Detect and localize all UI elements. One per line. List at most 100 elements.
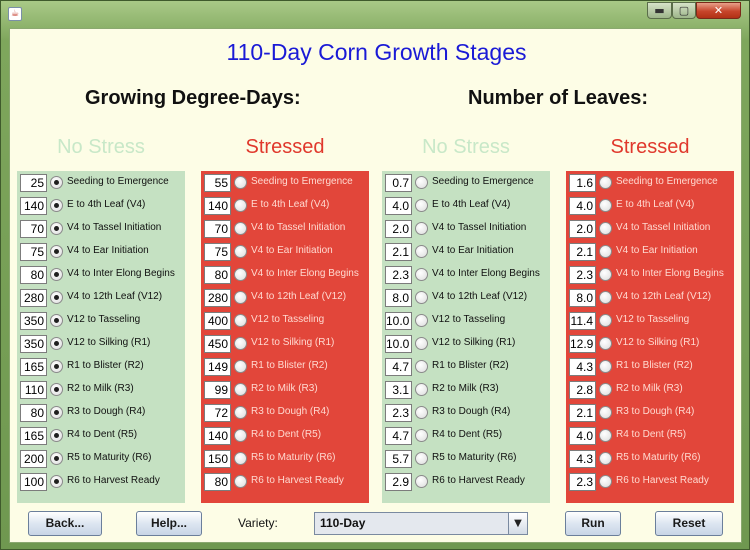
stage-radio[interactable] — [50, 291, 63, 304]
stage-value-field[interactable]: 80 — [20, 404, 47, 422]
stage-value-field[interactable]: 80 — [204, 266, 231, 284]
stage-value-field[interactable]: 75 — [20, 243, 47, 261]
stage-radio[interactable] — [234, 245, 247, 258]
stage-radio[interactable] — [234, 222, 247, 235]
close-button[interactable]: ✕ — [696, 2, 741, 19]
stage-value-field[interactable]: 2.3 — [385, 404, 412, 422]
stage-value-field[interactable]: 140 — [204, 197, 231, 215]
stage-radio[interactable] — [50, 268, 63, 281]
minimize-button[interactable]: ▬ — [647, 2, 672, 19]
stage-value-field[interactable]: 8.0 — [569, 289, 596, 307]
stage-value-field[interactable]: 2.1 — [569, 404, 596, 422]
stage-radio[interactable] — [50, 360, 63, 373]
stage-value-field[interactable]: 4.0 — [569, 197, 596, 215]
stage-value-field[interactable]: 80 — [204, 473, 231, 491]
stage-radio[interactable] — [415, 199, 428, 212]
stage-radio[interactable] — [234, 429, 247, 442]
stage-radio[interactable] — [599, 475, 612, 488]
stage-value-field[interactable]: 72 — [204, 404, 231, 422]
stage-value-field[interactable]: 149 — [204, 358, 231, 376]
stage-value-field[interactable]: 70 — [204, 220, 231, 238]
stage-value-field[interactable]: 4.7 — [385, 358, 412, 376]
stage-radio[interactable] — [415, 176, 428, 189]
stage-radio[interactable] — [50, 452, 63, 465]
stage-radio[interactable] — [415, 429, 428, 442]
stage-radio[interactable] — [415, 314, 428, 327]
stage-radio[interactable] — [599, 199, 612, 212]
stage-radio[interactable] — [50, 383, 63, 396]
stage-radio[interactable] — [234, 452, 247, 465]
stage-value-field[interactable]: 4.0 — [569, 427, 596, 445]
stage-value-field[interactable]: 350 — [20, 312, 47, 330]
stage-value-field[interactable]: 280 — [204, 289, 231, 307]
maximize-button[interactable]: ▢ — [672, 2, 696, 19]
stage-radio[interactable] — [415, 406, 428, 419]
stage-radio[interactable] — [50, 475, 63, 488]
stage-value-field[interactable]: 75 — [204, 243, 231, 261]
stage-value-field[interactable]: 8.0 — [385, 289, 412, 307]
stage-value-field[interactable]: 200 — [20, 450, 47, 468]
stage-radio[interactable] — [234, 268, 247, 281]
stage-value-field[interactable]: 280 — [20, 289, 47, 307]
stage-value-field[interactable]: 2.0 — [569, 220, 596, 238]
back-button[interactable]: Back... — [28, 511, 102, 536]
stage-radio[interactable] — [234, 383, 247, 396]
stage-value-field[interactable]: 2.3 — [385, 266, 412, 284]
stage-value-field[interactable]: 1.6 — [569, 174, 596, 192]
stage-radio[interactable] — [234, 176, 247, 189]
help-button[interactable]: Help... — [136, 511, 202, 536]
stage-radio[interactable] — [599, 268, 612, 281]
stage-radio[interactable] — [50, 222, 63, 235]
stage-value-field[interactable]: 110 — [20, 381, 47, 399]
stage-value-field[interactable]: 4.7 — [385, 427, 412, 445]
stage-value-field[interactable]: 4.0 — [385, 197, 412, 215]
stage-radio[interactable] — [415, 268, 428, 281]
stage-radio[interactable] — [599, 245, 612, 258]
stage-value-field[interactable]: 2.3 — [569, 473, 596, 491]
stage-radio[interactable] — [415, 383, 428, 396]
stage-radio[interactable] — [50, 199, 63, 212]
stage-value-field[interactable]: 2.3 — [569, 266, 596, 284]
reset-button[interactable]: Reset — [655, 511, 723, 536]
stage-value-field[interactable]: 400 — [204, 312, 231, 330]
stage-value-field[interactable]: 2.9 — [385, 473, 412, 491]
stage-radio[interactable] — [599, 176, 612, 189]
stage-radio[interactable] — [234, 291, 247, 304]
stage-radio[interactable] — [599, 406, 612, 419]
stage-value-field[interactable]: 2.8 — [569, 381, 596, 399]
stage-value-field[interactable]: 2.0 — [385, 220, 412, 238]
stage-value-field[interactable]: 12.9 — [569, 335, 596, 353]
stage-value-field[interactable]: 0.7 — [385, 174, 412, 192]
stage-value-field[interactable]: 99 — [204, 381, 231, 399]
stage-radio[interactable] — [599, 314, 612, 327]
stage-radio[interactable] — [415, 452, 428, 465]
stage-value-field[interactable]: 80 — [20, 266, 47, 284]
stage-radio[interactable] — [599, 452, 612, 465]
stage-radio[interactable] — [234, 406, 247, 419]
stage-radio[interactable] — [599, 360, 612, 373]
stage-radio[interactable] — [599, 429, 612, 442]
stage-radio[interactable] — [415, 360, 428, 373]
stage-value-field[interactable]: 140 — [204, 427, 231, 445]
stage-radio[interactable] — [234, 199, 247, 212]
stage-value-field[interactable]: 25 — [20, 174, 47, 192]
stage-radio[interactable] — [234, 360, 247, 373]
stage-radio[interactable] — [599, 291, 612, 304]
stage-value-field[interactable]: 100 — [20, 473, 47, 491]
stage-value-field[interactable]: 3.1 — [385, 381, 412, 399]
stage-value-field[interactable]: 55 — [204, 174, 231, 192]
stage-radio[interactable] — [599, 383, 612, 396]
stage-radio[interactable] — [50, 429, 63, 442]
stage-radio[interactable] — [234, 337, 247, 350]
stage-value-field[interactable]: 4.3 — [569, 450, 596, 468]
stage-value-field[interactable]: 11.4 — [569, 312, 596, 330]
stage-radio[interactable] — [415, 245, 428, 258]
stage-radio[interactable] — [599, 337, 612, 350]
stage-radio[interactable] — [50, 314, 63, 327]
chevron-down-icon[interactable]: ▼ — [508, 513, 527, 534]
stage-radio[interactable] — [599, 222, 612, 235]
stage-radio[interactable] — [50, 406, 63, 419]
variety-select[interactable]: 110-Day ▼ — [314, 512, 528, 535]
stage-radio[interactable] — [415, 337, 428, 350]
stage-value-field[interactable]: 5.7 — [385, 450, 412, 468]
